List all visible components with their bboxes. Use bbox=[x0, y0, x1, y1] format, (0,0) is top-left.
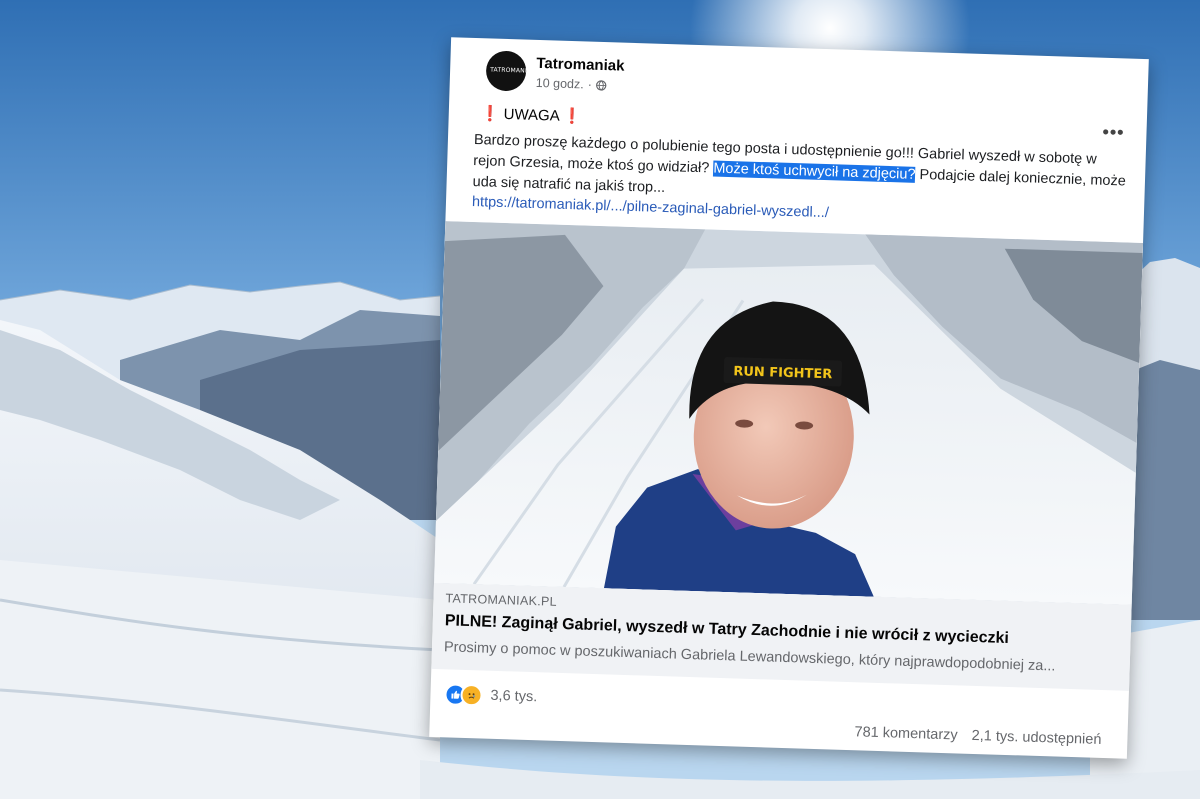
post-time[interactable]: 10 godz. bbox=[536, 76, 584, 91]
engagement-stats: 781 komentarzy 2,1 tys. udostępnień bbox=[854, 724, 1101, 748]
reactions-summary[interactable]: 3,6 tys. bbox=[444, 683, 537, 708]
preview-domain: TATROMANIAK.PL bbox=[445, 591, 558, 609]
page-avatar[interactable]: TATROMANIAK bbox=[485, 50, 527, 92]
post-meta: 10 godz. · bbox=[536, 76, 608, 92]
meta-separator: · bbox=[587, 77, 593, 92]
reaction-count: 3,6 tys. bbox=[490, 687, 538, 706]
post-photo[interactable]: RUN FIGHTER bbox=[434, 221, 1144, 605]
facebook-post-card: TATROMANIAK Tatromaniak 10 godz. · ••• ❗… bbox=[429, 37, 1149, 759]
avatar-logo-text: TATROMANIAK bbox=[490, 66, 527, 75]
shares-count[interactable]: 2,1 tys. udostępnień bbox=[971, 728, 1101, 748]
more-options-icon[interactable]: ••• bbox=[1102, 122, 1125, 144]
sad-reaction-icon bbox=[460, 683, 483, 707]
selfie-snowy-trail-image: RUN FIGHTER bbox=[434, 221, 1144, 605]
globe-icon bbox=[596, 79, 607, 91]
page-name[interactable]: Tatromaniak bbox=[536, 55, 625, 75]
exclamation-icon: ❗ bbox=[480, 105, 500, 123]
headline-text: UWAGA bbox=[503, 105, 560, 125]
selected-text: Może ktoś uchwycił na zdjęciu? bbox=[713, 160, 916, 183]
post-header: TATROMANIAK Tatromaniak 10 godz. · bbox=[485, 50, 625, 96]
exclamation-icon: ❗ bbox=[562, 107, 583, 126]
preview-description: Prosimy o pomoc w poszukiwaniach Gabriel… bbox=[443, 639, 1056, 675]
hat-logo-text: RUN FIGHTER bbox=[733, 364, 832, 382]
post-headline: ❗ UWAGA ❗ bbox=[481, 104, 583, 125]
comments-count[interactable]: 781 komentarzy bbox=[854, 724, 958, 743]
